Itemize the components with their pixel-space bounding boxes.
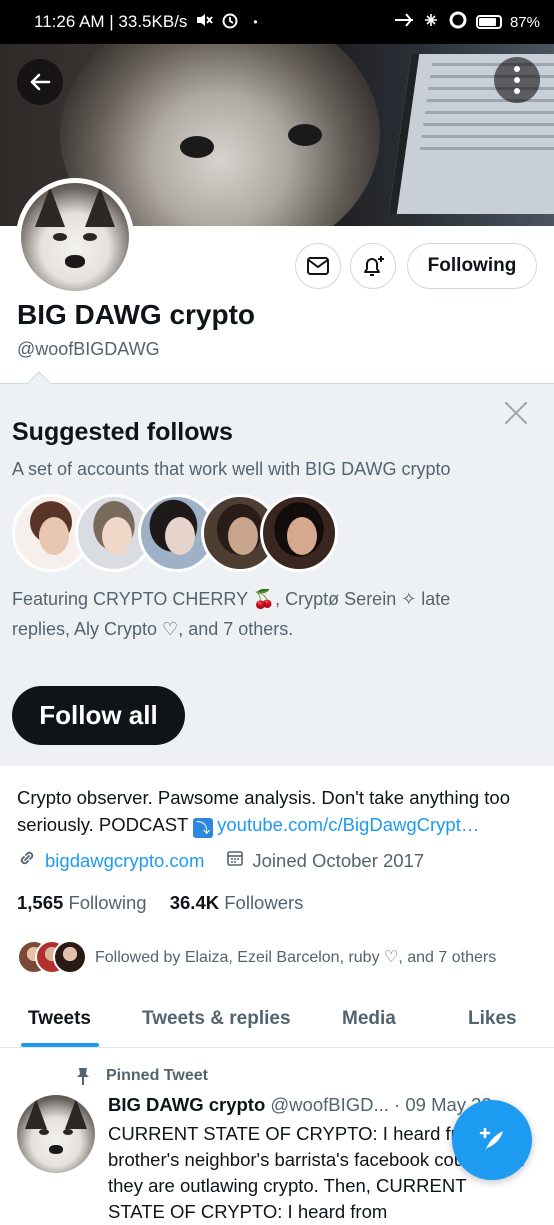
compose-tweet-icon bbox=[479, 1127, 503, 1151]
tweet-avatar[interactable] bbox=[17, 1095, 95, 1173]
tweet-meta: @woofBIGD... · 09 May 22 bbox=[270, 1094, 492, 1115]
tab-tweets-replies[interactable]: Tweets & replies bbox=[142, 990, 291, 1048]
status-time: 11:26 AM | 33.5KB/s bbox=[34, 12, 188, 31]
followed-by[interactable]: Followed by Elaiza, Ezeil Barcelon, ruby… bbox=[17, 940, 496, 974]
website-link[interactable]: bigdawgcrypto.com bbox=[45, 850, 204, 872]
status-bar: 11:26 AM | 33.5KB/s • 87% bbox=[0, 0, 554, 44]
profile-bio: Crypto observer. Pawsome analysis. Don't… bbox=[17, 784, 547, 838]
battery-icon bbox=[475, 15, 502, 29]
suggested-follows-panel: Suggested follows A set of accounts that… bbox=[0, 371, 554, 766]
follower-avatar bbox=[53, 940, 87, 974]
followed-by-text: Followed by Elaiza, Ezeil Barcelon, ruby… bbox=[95, 949, 497, 966]
status-dot: • bbox=[253, 15, 258, 29]
link-icon bbox=[17, 848, 37, 873]
profile-handle: @woofBIGDAWG bbox=[17, 339, 160, 359]
message-button[interactable] bbox=[295, 243, 341, 289]
mute-icon bbox=[195, 12, 214, 33]
profile-meta: bigdawgcrypto.com Joined October 2017 bbox=[17, 848, 424, 873]
suggested-subtitle: A set of accounts that work well with BI… bbox=[12, 459, 451, 479]
more-vertical-icon bbox=[514, 66, 520, 94]
battery-percent: 87% bbox=[509, 13, 540, 31]
close-icon[interactable] bbox=[503, 400, 529, 426]
bell-plus-icon bbox=[364, 256, 384, 276]
back-button[interactable] bbox=[17, 59, 63, 105]
mail-icon bbox=[307, 257, 329, 275]
following-count-link[interactable]: 1,565 Following bbox=[17, 892, 147, 913]
tab-tweets[interactable]: Tweets bbox=[28, 990, 91, 1048]
compose-tweet-button[interactable] bbox=[452, 1100, 532, 1180]
profile-avatar[interactable] bbox=[16, 178, 134, 296]
tab-media[interactable]: Media bbox=[342, 990, 396, 1048]
location-icon bbox=[448, 10, 468, 35]
profile-tabs: Tweets Tweets & replies Media Likes bbox=[0, 990, 554, 1048]
following-button[interactable]: Following bbox=[407, 243, 537, 289]
arrow-down-right-icon: ⤵ bbox=[193, 818, 214, 838]
follow-counts: 1,565 Following 36.4K Followers bbox=[17, 892, 303, 914]
suggested-title: Suggested follows bbox=[12, 418, 233, 446]
banner-dog-eye bbox=[180, 136, 214, 158]
pin-icon bbox=[77, 1068, 89, 1085]
followers-count-link[interactable]: 36.4K Followers bbox=[170, 892, 304, 913]
alarm-icon bbox=[221, 11, 239, 34]
notifications-button[interactable] bbox=[350, 243, 396, 289]
suggested-avatar[interactable] bbox=[260, 494, 338, 572]
suggested-avatars[interactable] bbox=[12, 494, 342, 572]
pinned-label: Pinned Tweet bbox=[74, 1066, 208, 1086]
active-tab-indicator bbox=[21, 1043, 99, 1047]
tab-likes[interactable]: Likes bbox=[468, 990, 517, 1048]
tweet-header: BIG DAWG crypto @woofBIGD... · 09 May 22 bbox=[108, 1094, 492, 1116]
bluetooth-icon bbox=[422, 11, 440, 34]
banner-dog-eye bbox=[288, 124, 322, 146]
more-options-button[interactable] bbox=[494, 57, 540, 103]
calendar-icon bbox=[226, 849, 244, 872]
bio-link[interactable]: youtube.com/c/BigDawgCrypt… bbox=[217, 814, 479, 835]
profile-name: BIG DAWG crypto bbox=[17, 299, 256, 330]
follow-all-button[interactable]: Follow all bbox=[12, 686, 185, 745]
back-arrow-icon bbox=[30, 73, 51, 91]
airplane-icon bbox=[394, 12, 414, 33]
joined-date: Joined October 2017 bbox=[252, 849, 425, 871]
suggested-featuring: Featuring CRYPTO CHERRY 🍒, Cryptø Serein… bbox=[12, 589, 451, 639]
tweet-author[interactable]: BIG DAWG crypto bbox=[108, 1094, 265, 1115]
